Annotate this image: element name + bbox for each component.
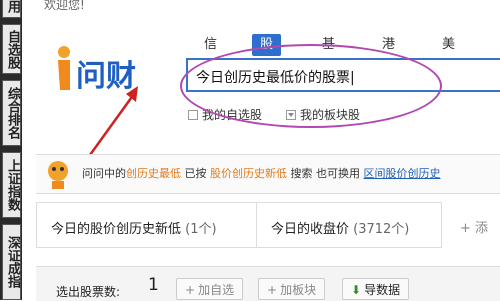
condition-card-new-low[interactable]: 今日的股价创历史新低 (1个) (36, 202, 262, 248)
welcome-text: 欢迎您! (44, 0, 85, 12)
add-condition-button[interactable]: + 添 (454, 202, 500, 248)
plus-icon: + (185, 283, 196, 297)
checkbox-icon[interactable] (188, 110, 198, 120)
result-toolbar: 选出股票数: 1 + 加自选 + 加板块 ⬇ 导数据 (36, 266, 500, 301)
logo-figure (58, 60, 70, 90)
assistant-avatar (48, 161, 68, 189)
selected-count-label: 选出股票数: (56, 285, 121, 299)
tab-funds[interactable]: 基金 (322, 34, 335, 74)
hint-alternative-link[interactable]: 区间股价创历史 (364, 167, 441, 180)
search-query: 今日创历史最低价的股票| (196, 70, 355, 86)
sidebar-item-szse-index[interactable]: 深证成指 (2, 224, 21, 300)
sidebar-item-watchlist[interactable]: 自选股 (2, 24, 21, 74)
tab-hk-stocks[interactable]: 港股 (382, 34, 395, 74)
plus-icon: + (267, 283, 278, 297)
tab-info[interactable]: 信息 (204, 34, 217, 74)
hint-term-original: 创历史最低 (126, 167, 181, 180)
condition-card-close-price[interactable]: 今日的收盘价 (3712个) (256, 202, 442, 248)
tab-us-stocks[interactable]: 美股 (442, 34, 455, 74)
search-input[interactable]: 今日创历史最低价的股票| (186, 58, 500, 92)
selected-count: 1 (148, 275, 159, 295)
tab-stocks[interactable]: 股票 (252, 34, 282, 74)
export-data-button[interactable]: ⬇ 导数据 (342, 278, 410, 300)
hint-bar: 问问中的创历史最低 已按 股价创历史新低 搜索 也可换用 区间股价创历史 (36, 154, 500, 194)
logo-dot (58, 46, 70, 58)
sidebar-item-sse-index[interactable]: 上证指数 (2, 152, 21, 218)
sidebar-item-ranking[interactable]: 综合排名 (2, 80, 21, 146)
hint-term-applied: 股价创历史新低 (210, 167, 287, 180)
download-icon: ⬇ (351, 283, 362, 297)
main-panel: 欢迎您! 信息 股票 基金 港股 美股 问财 今日创历史最低价的股票| 我的自选… (24, 0, 500, 301)
sidebar-item-top[interactable]: 用 (2, 0, 21, 18)
add-sector-button[interactable]: + 加板块 (258, 278, 326, 300)
option-my-sector[interactable]: 我的板块股 (286, 106, 360, 123)
dropdown-checkbox-icon[interactable] (286, 110, 296, 120)
left-sidebar: 用 自选股 综合排名 上证指数 深证成指 (0, 0, 22, 300)
option-my-stocks[interactable]: 我的自选股 (188, 106, 262, 123)
hint-text: 问问中的创历史最低 已按 股价创历史新低 搜索 也可换用 区间股价创历史 (82, 167, 441, 180)
add-watchlist-button[interactable]: + 加自选 (176, 278, 244, 300)
